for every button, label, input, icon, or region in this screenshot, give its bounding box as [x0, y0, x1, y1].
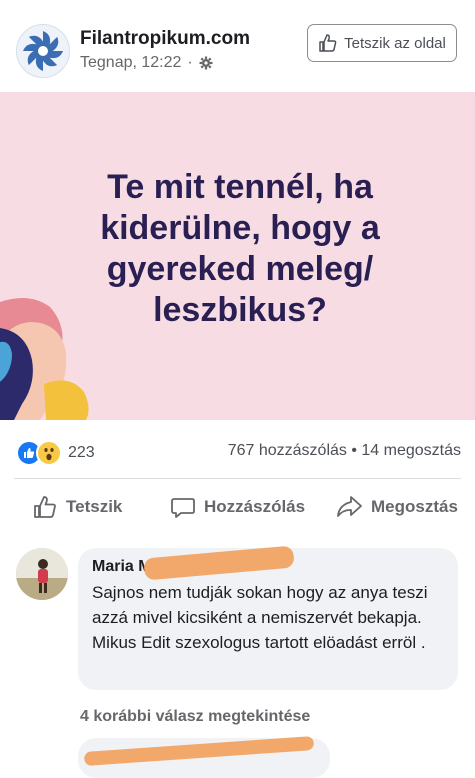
comment-bubble[interactable]: Maria M Sajnos nem tudják sokan hogy az …: [78, 545, 458, 690]
page-name[interactable]: Filantropikum.com: [80, 28, 250, 50]
thumbs-up-icon: [319, 34, 337, 52]
comment-label: Hozzászólás: [204, 497, 306, 516]
divider: [14, 478, 461, 479]
page-avatar[interactable]: [16, 24, 70, 78]
like-label: Tetszik: [66, 497, 123, 516]
action-bar: Tetszik Hozzászólás Megosztás: [0, 482, 475, 534]
post-stats: 223 767 hozzászólás • 14 megosztás: [0, 432, 475, 466]
comment-text: Sajnos nem tudják sokan hogy az anya tes…: [92, 583, 428, 652]
post-timestamp[interactable]: Tegnap, 12:22: [80, 54, 181, 72]
share-arrow-icon: [337, 496, 362, 517]
post-header: Filantropikum.com Tegnap, 12:22 · Tetszi…: [0, 0, 475, 92]
share-label: Megosztás: [371, 497, 458, 516]
redaction-mark: [83, 735, 315, 767]
comments-section: Maria M Sajnos nem tudják sokan hogy az …: [0, 534, 475, 778]
banner-question: Te mit tennél, ha kiderülne, hogy a gyer…: [100, 168, 380, 329]
like-button[interactable]: Tetszik: [32, 494, 122, 520]
comment-author[interactable]: Maria M: [92, 545, 444, 581]
comment-button[interactable]: Hozzászólás: [170, 494, 305, 520]
post-meta: Tegnap, 12:22 ·: [80, 54, 213, 72]
thumbs-up-icon: [34, 496, 56, 518]
like-page-label: Tetszik az oldal: [344, 34, 446, 52]
gear-icon: [199, 56, 213, 70]
pinwheel-logo-icon: [23, 31, 63, 71]
redaction-mark: [143, 545, 295, 581]
share-button[interactable]: Megosztás: [335, 494, 458, 520]
wow-reaction-icon: [36, 440, 62, 466]
next-comment-bubble[interactable]: [78, 735, 330, 778]
comments-shares-count[interactable]: 767 hozzászólás • 14 megosztás: [228, 442, 461, 460]
meta-separator: ·: [187, 54, 193, 71]
view-previous-replies-link[interactable]: 4 korábbi válasz megtekintése: [80, 708, 310, 726]
like-page-button[interactable]: Tetszik az oldal: [307, 24, 457, 62]
person-photo-icon: [16, 548, 68, 600]
comment-bubble-icon: [171, 498, 195, 518]
commenter-avatar[interactable]: [16, 548, 68, 600]
post-image[interactable]: Te mit tennél, ha kiderülne, hogy a gyer…: [0, 92, 475, 420]
reaction-count: 223: [68, 444, 95, 461]
reactions-summary[interactable]: 223: [16, 440, 95, 466]
